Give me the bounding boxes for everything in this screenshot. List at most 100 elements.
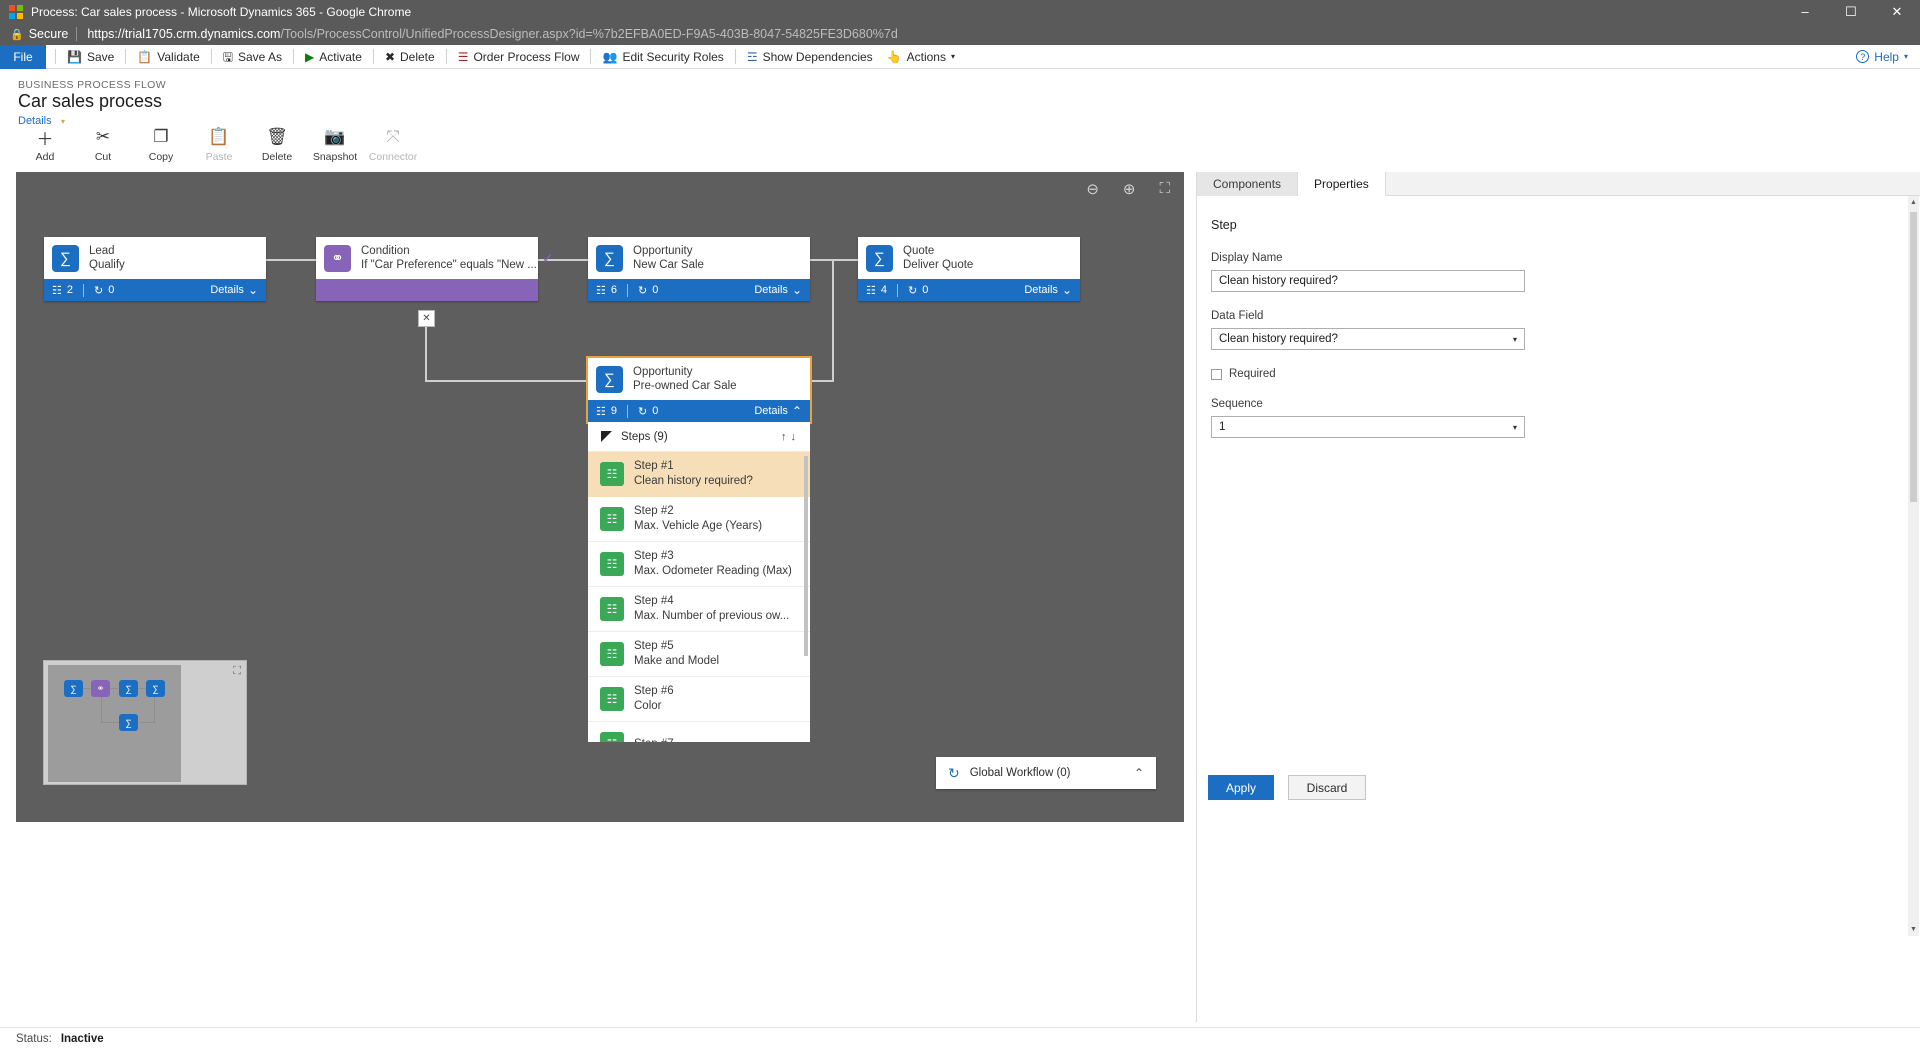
stage-body: ∑ Opportunity New Car Sale bbox=[588, 237, 810, 279]
add-tool-button[interactable]: ＋ Add bbox=[16, 125, 74, 164]
validate-button[interactable]: 📋 Validate bbox=[135, 45, 201, 69]
show-dependencies-label: Show Dependencies bbox=[762, 49, 873, 64]
refresh-icon: ↻ bbox=[638, 284, 648, 297]
display-name-input[interactable]: Clean history required? bbox=[1211, 270, 1525, 292]
step-icon: ☷ bbox=[600, 642, 624, 666]
global-workflow-bar[interactable]: ↻ Global Workflow (0) ⌃ bbox=[936, 757, 1156, 789]
help-button[interactable]: ? Help ▾ bbox=[1856, 50, 1908, 64]
chevron-down-icon: ⌄ bbox=[1061, 283, 1072, 297]
order-process-flow-button[interactable]: ☰ Order Process Flow bbox=[456, 45, 582, 69]
designer-toolbar: ＋ Add ✂ Cut ❐ Copy 📋 Paste 🗑 Delete 📷 Sn… bbox=[0, 125, 1920, 170]
snapshot-tool-button[interactable]: 📷 Snapshot bbox=[306, 125, 364, 163]
close-button[interactable]: ✕ bbox=[1874, 0, 1920, 23]
address-divider bbox=[76, 27, 78, 41]
steps-count-group: ☷ 9 bbox=[596, 405, 617, 418]
steps-count-group: ☷ 4 bbox=[866, 284, 887, 297]
edit-security-roles-button[interactable]: 👥 Edit Security Roles bbox=[600, 45, 725, 69]
command-divider bbox=[210, 49, 212, 64]
global-workflow-label: Global Workflow (0) bbox=[969, 767, 1071, 779]
actions-menu-button[interactable]: 👆 Actions ▾ bbox=[885, 45, 957, 69]
stage-card-lead[interactable]: ∑ Lead Qualify ☷ 2 ↻ 0 Details ⌄ bbox=[44, 237, 266, 301]
canvas-minimap[interactable]: ⛶ ∑ ⚭ ∑ ∑ ∑ bbox=[43, 660, 247, 785]
paste-tool-button[interactable]: 📋 Paste bbox=[190, 125, 248, 163]
move-down-icon[interactable]: ↓ bbox=[791, 431, 801, 443]
stage-card-preowned-car-sale[interactable]: ∑ Opportunity Pre-owned Car Sale ☷ 9 ↻ 0… bbox=[586, 356, 812, 742]
file-menu-button[interactable]: File bbox=[0, 44, 46, 69]
chevron-up-icon[interactable]: ⌃ bbox=[1134, 766, 1144, 780]
windows-logo-icon bbox=[9, 4, 23, 19]
command-divider bbox=[55, 49, 56, 64]
tab-properties[interactable]: Properties bbox=[1298, 172, 1386, 196]
step-list-item[interactable]: ☷ Step #5 Make and Model bbox=[588, 632, 810, 677]
discard-button[interactable]: Discard bbox=[1288, 775, 1366, 800]
scroll-down-icon[interactable]: ▼ bbox=[1908, 923, 1919, 936]
activate-button[interactable]: ▶ Activate bbox=[303, 45, 364, 69]
stage-card-deliver-quote[interactable]: ∑ Quote Deliver Quote ☷ 4 ↻ 0 Details ⌄ bbox=[858, 237, 1080, 301]
minimize-button[interactable]: – bbox=[1782, 0, 1828, 23]
footer-divider bbox=[627, 404, 628, 418]
delete-tool-button[interactable]: 🗑 Delete bbox=[248, 125, 306, 163]
apply-button[interactable]: Apply bbox=[1208, 775, 1274, 800]
zoom-in-icon[interactable]: ⊕ bbox=[1123, 180, 1136, 198]
tab-components[interactable]: Components bbox=[1197, 172, 1299, 196]
step-icon: ☷ bbox=[600, 462, 624, 486]
fit-to-screen-icon[interactable]: ⛶ bbox=[1159, 180, 1170, 198]
cut-tool-button[interactable]: ✂ Cut bbox=[74, 125, 132, 163]
browser-window-title: Process: Car sales process - Microsoft D… bbox=[31, 4, 412, 19]
stage-card-condition[interactable]: ⚭ Condition If "Car Preference" equals "… bbox=[316, 237, 538, 301]
delete-button[interactable]: ✖ Delete bbox=[383, 45, 437, 69]
copy-tool-button[interactable]: ❐ Copy bbox=[132, 125, 190, 163]
details-label: Details bbox=[210, 284, 244, 296]
stage-body: ∑ Opportunity Pre-owned Car Sale bbox=[588, 358, 810, 400]
stage-card-new-car-sale[interactable]: ∑ Opportunity New Car Sale ☷ 6 ↻ 0 Detai… bbox=[588, 237, 810, 301]
show-dependencies-button[interactable]: ☲ Show Dependencies bbox=[745, 45, 875, 69]
stage-entity: Condition bbox=[361, 244, 410, 257]
connector-tool-button[interactable]: ⤧ Connector bbox=[364, 125, 422, 163]
step-list-item[interactable]: ☷ Step #7 bbox=[588, 722, 810, 742]
step-list-item[interactable]: ☷ Step #3 Max. Odometer Reading (Max) bbox=[588, 542, 810, 587]
steps-list[interactable]: ☷ Step #1 Clean history required? ☷ Step… bbox=[588, 452, 810, 742]
snapshot-tool-label: Snapshot bbox=[312, 151, 358, 163]
save-button[interactable]: 💾 Save bbox=[65, 45, 116, 69]
process-designer-canvas[interactable]: ⊖ ⊕ ⛶ ∑ Lead Qualify ☷ 2 ↻ 0 Details ⌄ ⚭… bbox=[16, 172, 1184, 822]
stage-entity: Quote bbox=[903, 244, 935, 257]
stage-name: Qualify bbox=[89, 259, 125, 271]
step-list-item[interactable]: ☷ Step #1 Clean history required? bbox=[588, 452, 810, 497]
branch-false-icon[interactable]: ✕ bbox=[418, 310, 435, 327]
step-list-item[interactable]: ☷ Step #4 Max. Number of previous ow... bbox=[588, 587, 810, 632]
properties-scrollbar[interactable]: ▲ ▼ bbox=[1908, 196, 1919, 936]
maximize-button[interactable]: ☐ bbox=[1828, 0, 1874, 23]
browser-address-bar[interactable]: 🔒 Secure https://trial1705.crm.dynamics.… bbox=[0, 23, 1920, 45]
step-text: Step #3 Max. Odometer Reading (Max) bbox=[634, 549, 792, 579]
minimap-connector bbox=[138, 688, 146, 689]
stage-details-toggle[interactable]: Details ⌄ bbox=[210, 283, 258, 297]
scrollbar-thumb[interactable] bbox=[1910, 212, 1917, 502]
step-list-item[interactable]: ☷ Step #2 Max. Vehicle Age (Years) bbox=[588, 497, 810, 542]
steps-count: 2 bbox=[66, 284, 73, 296]
steps-scrollbar[interactable] bbox=[804, 456, 808, 656]
edit-security-roles-label: Edit Security Roles bbox=[622, 49, 724, 64]
steps-count-group: ☷ 2 bbox=[52, 284, 73, 297]
save-as-button[interactable]: 🖫 Save As bbox=[221, 45, 284, 69]
zoom-out-icon[interactable]: ⊖ bbox=[1086, 180, 1099, 198]
move-up-icon[interactable]: ↑ bbox=[781, 431, 791, 443]
step-list-item[interactable]: ☷ Step #6 Color bbox=[588, 677, 810, 722]
minimap-expand-icon[interactable]: ⛶ bbox=[233, 665, 241, 678]
status-label: Status: bbox=[16, 1033, 52, 1045]
stage-details-toggle[interactable]: Details ⌄ bbox=[1024, 283, 1072, 297]
step-icon: ☷ bbox=[600, 597, 624, 621]
required-checkbox[interactable] bbox=[1211, 368, 1222, 380]
command-divider bbox=[125, 49, 127, 64]
stage-details-toggle[interactable]: Details ⌃ bbox=[754, 404, 802, 418]
required-checkbox-row[interactable]: Required bbox=[1211, 368, 1906, 380]
stage-icon: ∑ bbox=[866, 244, 893, 272]
steps-reorder-controls[interactable]: ↑↓ bbox=[781, 431, 800, 443]
scroll-up-icon[interactable]: ▲ bbox=[1908, 196, 1919, 209]
sequence-select[interactable]: 1 ▾ bbox=[1211, 416, 1525, 438]
stage-details-toggle[interactable]: Details ⌄ bbox=[754, 283, 802, 297]
collapse-triangle-icon[interactable] bbox=[601, 431, 612, 442]
show-dependencies-icon: ☲ bbox=[746, 49, 758, 64]
step-description: Make and Model bbox=[634, 655, 720, 667]
data-field-select[interactable]: Clean history required? ▾ bbox=[1211, 328, 1525, 350]
refresh-icon: ↻ bbox=[94, 284, 104, 297]
